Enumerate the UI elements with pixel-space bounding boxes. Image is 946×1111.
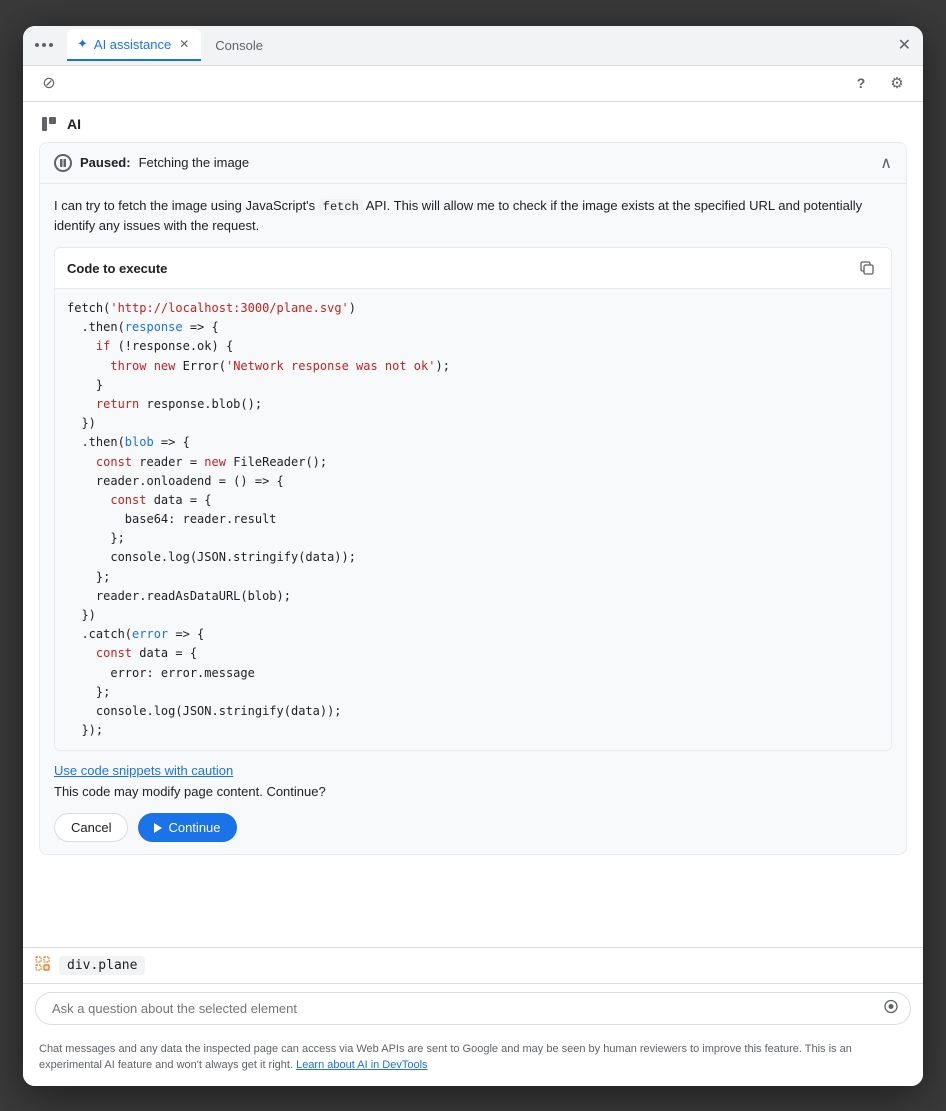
code-block: Code to execute fetch('http://localhost:… bbox=[54, 247, 892, 751]
tab-ai-label: AI assistance bbox=[94, 37, 171, 52]
footer-message: Chat messages and any data the inspected… bbox=[39, 1043, 852, 1072]
tab-ai-close[interactable]: ✕ bbox=[177, 35, 191, 53]
block-button[interactable]: ⊘ bbox=[35, 69, 63, 97]
cancel-button[interactable]: Cancel bbox=[54, 813, 128, 842]
tab-ai-assistance[interactable]: ✦ AI assistance ✕ bbox=[67, 29, 201, 61]
learn-more-link[interactable]: Learn about AI in DevTools bbox=[296, 1059, 427, 1071]
microphone-icon[interactable] bbox=[883, 999, 899, 1018]
input-area bbox=[23, 983, 923, 1033]
main-panel: AI Paused: Fetching the image bbox=[23, 102, 923, 1086]
paused-description: I can try to fetch the image using JavaS… bbox=[54, 196, 892, 236]
pause-icon bbox=[54, 154, 72, 172]
ai-label: AI bbox=[67, 116, 81, 132]
code-content: fetch('http://localhost:3000/plane.svg')… bbox=[55, 289, 891, 750]
ai-header: AI bbox=[23, 102, 923, 142]
devtools-window: ✦ AI assistance ✕ Console ✕ ⊘ ? ⚙ bbox=[23, 26, 923, 1086]
paused-label: Paused: bbox=[80, 155, 131, 170]
element-picker-icon bbox=[35, 956, 51, 975]
tab-menu-button[interactable] bbox=[31, 39, 57, 51]
ai-sparkle-icon bbox=[39, 114, 59, 134]
paused-body: I can try to fetch the image using JavaS… bbox=[40, 184, 906, 855]
window-close-button[interactable]: ✕ bbox=[894, 31, 915, 59]
warning-text: This code may modify page content. Conti… bbox=[54, 784, 892, 799]
play-icon bbox=[154, 823, 162, 833]
question-input[interactable] bbox=[35, 992, 911, 1025]
ai-tab-icon: ✦ bbox=[77, 36, 88, 52]
tab-console[interactable]: Console bbox=[205, 29, 273, 61]
caution-link[interactable]: Use code snippets with caution bbox=[54, 763, 892, 778]
footer-text: Chat messages and any data the inspected… bbox=[23, 1033, 923, 1086]
code-block-title: Code to execute bbox=[67, 261, 167, 276]
input-wrapper bbox=[35, 992, 911, 1025]
settings-button[interactable]: ⚙ bbox=[883, 69, 911, 97]
copy-button[interactable] bbox=[855, 256, 879, 280]
block-icon: ⊘ bbox=[42, 73, 55, 93]
code-block-header: Code to execute bbox=[55, 248, 891, 289]
continue-label: Continue bbox=[168, 820, 220, 835]
element-tag: div.plane bbox=[59, 956, 145, 975]
paused-status: Paused: Fetching the image bbox=[54, 154, 249, 172]
paused-header: Paused: Fetching the image ∧ bbox=[40, 143, 906, 184]
message-area[interactable]: Paused: Fetching the image ∧ I can try t… bbox=[23, 142, 923, 947]
help-icon: ? bbox=[857, 75, 866, 91]
tab-console-label: Console bbox=[215, 38, 263, 53]
element-picker: div.plane bbox=[23, 947, 923, 983]
gear-icon: ⚙ bbox=[890, 74, 903, 92]
help-button[interactable]: ? bbox=[847, 69, 875, 97]
continue-button[interactable]: Continue bbox=[138, 813, 236, 842]
tab-bar: ✦ AI assistance ✕ Console ✕ bbox=[23, 26, 923, 66]
action-buttons: Cancel Continue bbox=[54, 813, 892, 842]
paused-detail: Fetching the image bbox=[139, 155, 250, 170]
toolbar: ⊘ ? ⚙ bbox=[23, 66, 923, 102]
paused-card: Paused: Fetching the image ∧ I can try t… bbox=[39, 142, 907, 856]
collapse-button[interactable]: ∧ bbox=[880, 153, 892, 173]
